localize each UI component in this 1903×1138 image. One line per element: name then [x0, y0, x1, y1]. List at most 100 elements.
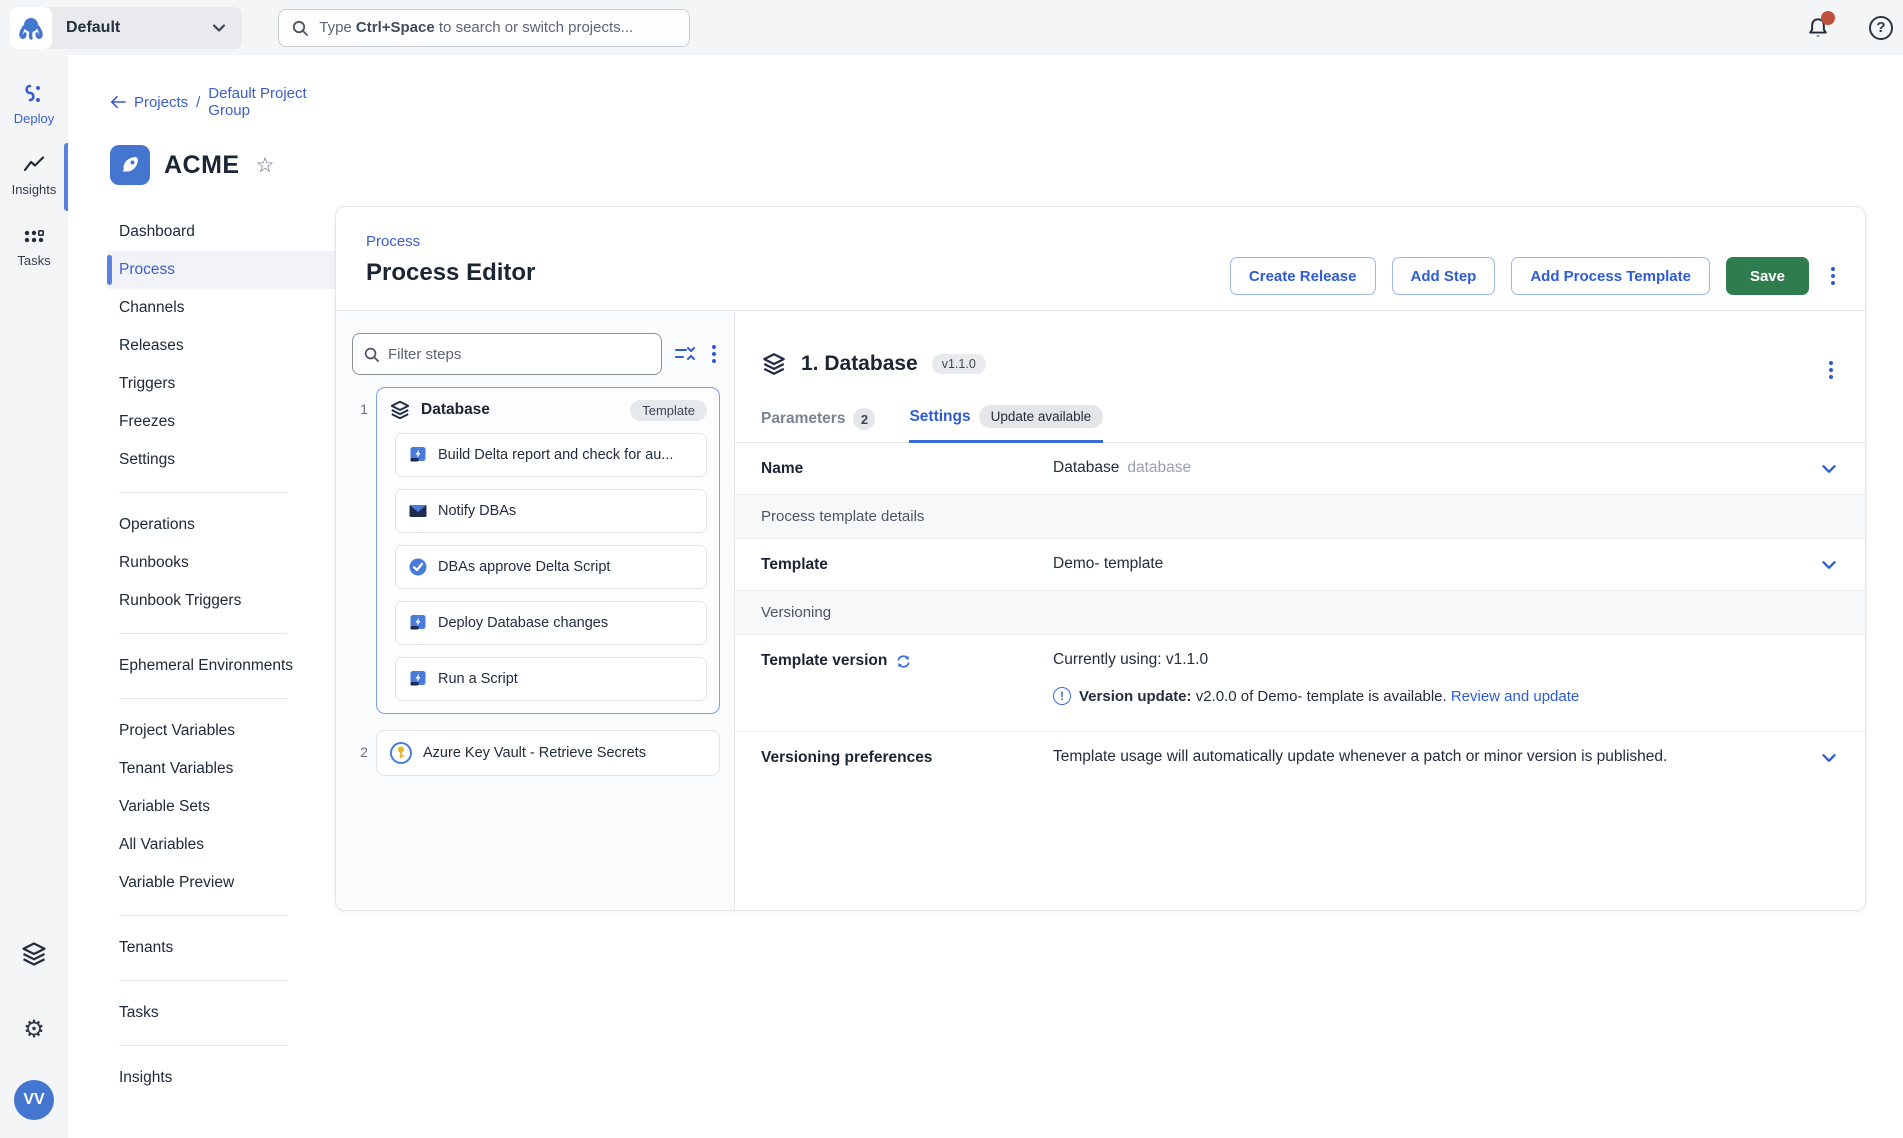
version-badge: v1.1.0 — [932, 354, 986, 374]
name-expand-button[interactable] — [1819, 459, 1839, 484]
child-step-build-delta[interactable]: Build Delta report and check for au... — [395, 433, 707, 477]
name-value-slug: database — [1127, 459, 1191, 476]
layers-icon — [761, 351, 787, 377]
child-step-run-a-script[interactable]: Run a Script — [395, 657, 707, 701]
email-icon — [408, 501, 428, 521]
update-available-badge: Update available — [979, 405, 1104, 428]
sidebar-item-insights[interactable]: Insights — [107, 1059, 336, 1097]
octopus-icon — [16, 13, 46, 43]
sidebar-item-runbooks[interactable]: Runbooks — [107, 544, 336, 582]
back-arrow-icon[interactable] — [110, 94, 126, 110]
current-version-text: Currently using: v1.1.0 — [1053, 651, 1839, 669]
project-sidebar: Projects / Default Project Group ACME ☆ … — [68, 55, 336, 1138]
chevron-down-icon — [1819, 748, 1839, 768]
version-update-alert: ! Version update: v2.0.0 of Demo- templa… — [1053, 687, 1839, 705]
nav-divider — [119, 1045, 287, 1046]
sidebar-item-process[interactable]: Process — [107, 251, 336, 289]
child-step-notify-dbas[interactable]: Notify DBAs — [395, 489, 707, 533]
sidebar-item-settings[interactable]: Settings — [107, 441, 336, 479]
collapse-all-icon — [674, 344, 696, 364]
notifications-button[interactable] — [1805, 15, 1831, 41]
tasks-icon — [21, 223, 47, 249]
sidebar-item-ephemeral-environments[interactable]: Ephemeral Environments — [107, 647, 336, 685]
step-detail-panel: 1. Database v1.1.0 Parameters 2 Settings… — [735, 311, 1865, 910]
sidebar-item-all-variables[interactable]: All Variables — [107, 826, 336, 864]
section-process-template-details: Process template details — [735, 495, 1865, 539]
refresh-icon[interactable] — [895, 653, 912, 670]
child-step-label: Run a Script — [438, 671, 518, 687]
sidebar-item-triggers[interactable]: Triggers — [107, 365, 336, 403]
breadcrumb-group-link[interactable]: Default Project Group — [208, 85, 336, 119]
collapse-steps-button[interactable] — [670, 340, 700, 368]
project-header: ACME ☆ — [110, 145, 336, 185]
topbar-actions: ? — [1805, 15, 1903, 41]
template-label: Template — [761, 555, 1053, 574]
sidebar-item-variable-sets[interactable]: Variable Sets — [107, 788, 336, 826]
sidebar-item-runbook-triggers[interactable]: Runbook Triggers — [107, 582, 336, 620]
version-update-text: Version update: v2.0.0 of Demo- template… — [1079, 688, 1579, 705]
search-icon — [291, 19, 309, 37]
create-release-button[interactable]: Create Release — [1230, 257, 1376, 295]
rocket-icon — [118, 153, 142, 177]
rail-item-tasks[interactable]: Tasks — [0, 223, 68, 268]
versioning-preferences-expand-button[interactable] — [1819, 748, 1839, 773]
step-number: 2 — [352, 730, 376, 776]
template-row: Template Demo- template — [735, 539, 1865, 591]
sidebar-item-tenants[interactable]: Tenants — [107, 929, 336, 967]
child-step-deploy-db-changes[interactable]: Deploy Database changes — [395, 601, 707, 645]
favorite-star-icon[interactable]: ☆ — [256, 153, 275, 178]
space-name: Default — [66, 19, 120, 37]
detail-overflow-menu[interactable] — [1823, 355, 1839, 385]
rail-item-deploy[interactable]: Deploy — [0, 81, 68, 126]
add-process-template-button[interactable]: Add Process Template — [1511, 257, 1710, 295]
rail-settings-button[interactable]: ⚙ — [0, 1018, 68, 1042]
rail-item-insights[interactable]: Insights — [0, 152, 68, 197]
sidebar-item-operations[interactable]: Operations — [107, 506, 336, 544]
header-actions: Create Release Add Step Add Process Temp… — [1230, 257, 1841, 295]
name-value-text: Database — [1053, 459, 1119, 476]
save-button[interactable]: Save — [1726, 257, 1809, 295]
template-expand-button[interactable] — [1819, 555, 1839, 580]
user-avatar[interactable]: VV — [14, 1080, 54, 1120]
sidebar-item-dashboard[interactable]: Dashboard — [107, 213, 336, 251]
steps-overflow-menu[interactable] — [708, 341, 720, 367]
step-azure-key-vault[interactable]: Azure Key Vault - Retrieve Secrets — [376, 730, 720, 776]
layers-icon — [389, 399, 411, 421]
sidebar-item-tenant-variables[interactable]: Tenant Variables — [107, 750, 336, 788]
tab-parameters[interactable]: Parameters 2 — [761, 408, 875, 442]
process-context-link[interactable]: Process — [366, 233, 420, 250]
breadcrumb-projects-link[interactable]: Projects — [134, 94, 188, 111]
step-group-database[interactable]: Database Template Build Delta report and… — [376, 387, 720, 714]
editor-overflow-menu[interactable] — [1825, 261, 1841, 291]
child-step-dbas-approve[interactable]: DBAs approve Delta Script — [395, 545, 707, 589]
rail-projects-button[interactable] — [0, 940, 68, 968]
layers-icon — [20, 940, 48, 968]
step-group-header[interactable]: Database Template — [389, 399, 707, 421]
versioning-preferences-row: Versioning preferences Template usage wi… — [735, 732, 1865, 783]
versioning-preferences-value: Template usage will automatically update… — [1053, 748, 1839, 766]
editor-header: Process Process Editor Create Release Ad… — [336, 207, 1865, 311]
sidebar-item-tasks[interactable]: Tasks — [107, 994, 336, 1032]
section-versioning: Versioning — [735, 591, 1865, 635]
sidebar-item-project-variables[interactable]: Project Variables — [107, 712, 336, 750]
question-mark-icon: ? — [1876, 19, 1885, 36]
rail-label-deploy: Deploy — [14, 111, 54, 126]
sidebar-item-variable-preview[interactable]: Variable Preview — [107, 864, 336, 902]
sidebar-item-releases[interactable]: Releases — [107, 327, 336, 365]
review-and-update-link[interactable]: Review and update — [1451, 688, 1579, 705]
octopus-logo[interactable] — [10, 7, 52, 49]
sidebar-item-channels[interactable]: Channels — [107, 289, 336, 327]
help-button[interactable]: ? — [1869, 16, 1893, 40]
steps-panel: Filter steps 1 — [336, 311, 735, 910]
breadcrumb-separator: / — [196, 94, 200, 111]
tab-parameters-label: Parameters — [761, 410, 845, 428]
template-version-row: Template version Currently using: v1.1.0… — [735, 635, 1865, 732]
tab-settings[interactable]: Settings Update available — [909, 405, 1103, 443]
gear-icon: ⚙ — [23, 1018, 45, 1042]
global-search-input[interactable]: Type Ctrl+Space to search or switch proj… — [278, 9, 690, 47]
sidebar-item-freezes[interactable]: Freezes — [107, 403, 336, 441]
filter-steps-input[interactable]: Filter steps — [352, 333, 662, 375]
add-step-button[interactable]: Add Step — [1392, 257, 1496, 295]
space-selector[interactable]: Default — [10, 7, 242, 49]
app-rail: Deploy Insights Tasks ⚙ VV — [0, 55, 68, 1138]
